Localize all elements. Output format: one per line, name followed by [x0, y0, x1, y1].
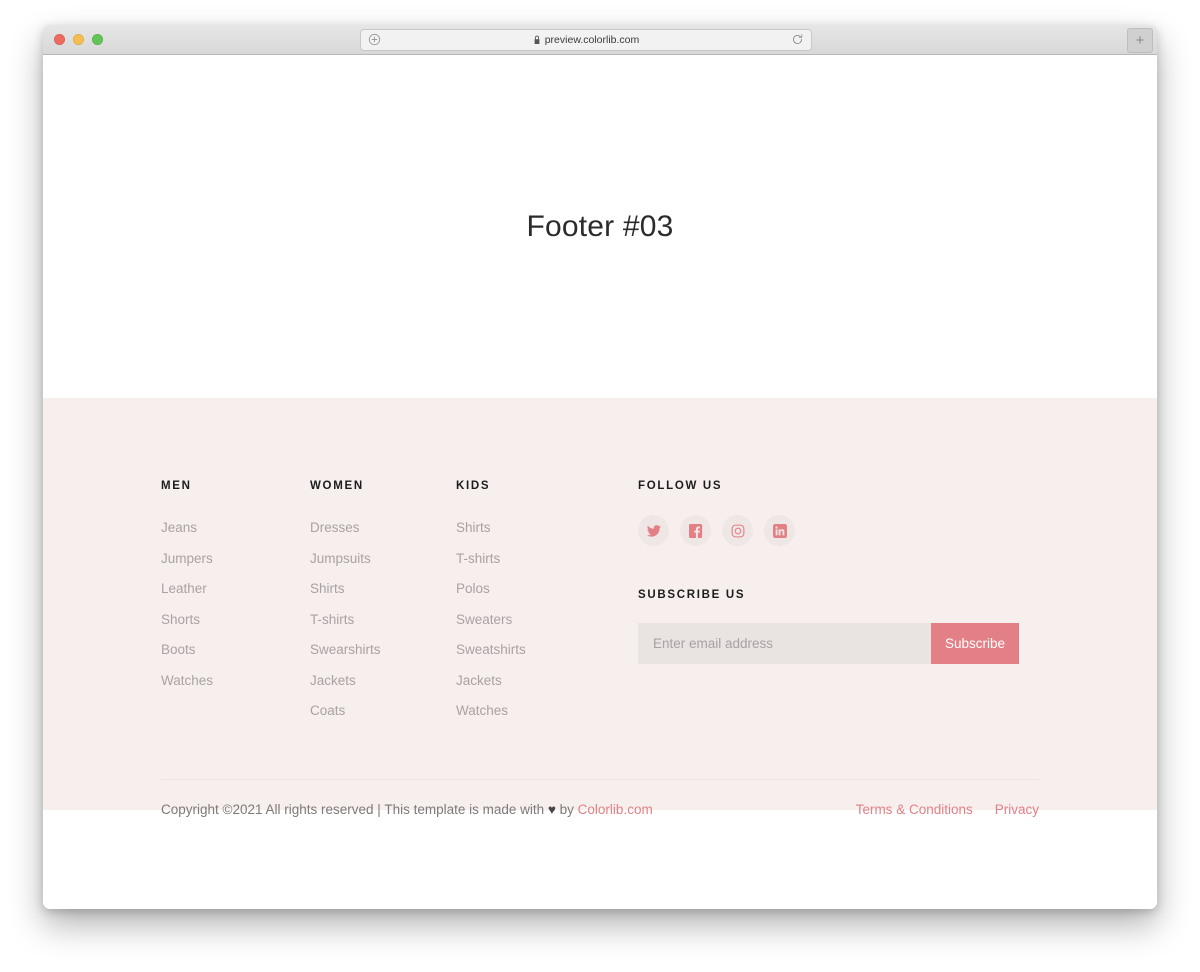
list-item: Jackets: [310, 672, 456, 690]
window-controls: [54, 34, 103, 45]
footer-link-swearshirts[interactable]: Swearshirts: [310, 642, 381, 657]
legal-links: Terms & Conditions Privacy: [856, 802, 1039, 817]
instagram-icon: [731, 524, 745, 538]
footer-column-title-women: WOMEN: [310, 480, 364, 492]
address-bar[interactable]: preview.colorlib.com: [360, 29, 812, 51]
list-item: Sweaters: [456, 611, 638, 629]
list-item: Coats: [310, 702, 456, 720]
email-field[interactable]: [638, 623, 931, 664]
footer-link-tshirts[interactable]: T-shirts: [310, 612, 354, 627]
footer-link-watches[interactable]: Watches: [161, 673, 213, 688]
footer-link-kids-polos[interactable]: Polos: [456, 581, 490, 596]
subscribe-section: SUBSCRIBE US Subscribe: [638, 589, 1039, 664]
list-item: Boots: [161, 641, 310, 659]
heart-icon: ♥: [547, 801, 556, 817]
list-item: T-shirts: [310, 611, 456, 629]
new-tab-label: +: [1135, 32, 1145, 49]
footer-link-kids-watches[interactable]: Watches: [456, 703, 508, 718]
list-item: Dresses: [310, 519, 456, 537]
hero-section: Footer #03: [43, 55, 1157, 398]
footer-container: MEN Jeans Jumpers Leather Shorts Boots W…: [161, 455, 1039, 817]
footer-column-social: FOLLOW US SUBSCRIBE US Enter email addre…: [638, 480, 1039, 733]
social-link-facebook[interactable]: [680, 515, 711, 546]
list-item: Shirts: [310, 580, 456, 598]
footer-link-shirts[interactable]: Shirts: [310, 581, 345, 596]
maximize-window-button[interactable]: [92, 34, 103, 45]
footer-link-coats[interactable]: Coats: [310, 703, 345, 718]
social-links: [638, 515, 1039, 546]
footer-column-title-men: MEN: [161, 480, 192, 492]
list-item: Watches: [161, 672, 310, 690]
subscribe-form: Subscribe: [638, 623, 1019, 664]
linkedin-icon: [772, 523, 787, 538]
footer-link-boots[interactable]: Boots: [161, 642, 196, 657]
list-item: Sweatshirts: [456, 641, 638, 659]
reload-icon[interactable]: [791, 33, 804, 46]
twitter-icon: [646, 524, 661, 538]
address-bar-content: preview.colorlib.com: [361, 34, 811, 46]
list-item: Shorts: [161, 611, 310, 629]
footer-bottom-bar: Copyright ©2021 All rights reserved | Th…: [161, 780, 1039, 817]
footer-link-kids-shirts[interactable]: Shirts: [456, 520, 491, 535]
list-item: Jumpers: [161, 550, 310, 568]
list-item: Jackets: [456, 672, 638, 690]
page-viewport: Footer #03 MEN Jeans Jumpers Leather Sho…: [43, 55, 1157, 909]
footer-link-list-women: Dresses Jumpsuits Shirts T-shirts Swears…: [310, 519, 456, 720]
copyright-prefix: Copyright ©2021 All rights reserved | Th…: [161, 801, 548, 817]
browser-window: preview.colorlib.com + Footer #03 MEN Je…: [43, 25, 1157, 909]
copyright-by: by: [555, 801, 578, 817]
subscribe-title: SUBSCRIBE US: [638, 589, 746, 601]
facebook-icon: [688, 523, 703, 538]
page-title: Footer #03: [526, 209, 674, 243]
footer-link-kids-sweatshirts[interactable]: Sweatshirts: [456, 642, 526, 657]
list-item: Jumpsuits: [310, 550, 456, 568]
minimize-window-button[interactable]: [73, 34, 84, 45]
footer-link-list-kids: Shirts T-shirts Polos Sweaters Sweatshir…: [456, 519, 638, 720]
list-item: Leather: [161, 580, 310, 598]
footer-link-kids-tshirts[interactable]: T-shirts: [456, 551, 500, 566]
footer-link-jackets[interactable]: Jackets: [310, 673, 356, 688]
list-item: Swearshirts: [310, 641, 456, 659]
close-window-button[interactable]: [54, 34, 65, 45]
footer-link-jumpsuits[interactable]: Jumpsuits: [310, 551, 371, 566]
footer-link-dresses[interactable]: Dresses: [310, 520, 360, 535]
footer-link-shorts[interactable]: Shorts: [161, 612, 200, 627]
circle-plus-icon[interactable]: [368, 33, 381, 46]
terms-and-conditions-link[interactable]: Terms & Conditions: [856, 802, 973, 817]
url-text: preview.colorlib.com: [544, 34, 640, 46]
subscribe-button[interactable]: Subscribe: [931, 623, 1019, 664]
list-item: Shirts: [456, 519, 638, 537]
colorlib-link[interactable]: Colorlib.com: [578, 802, 653, 817]
footer-link-jeans[interactable]: Jeans: [161, 520, 197, 535]
site-footer: MEN Jeans Jumpers Leather Shorts Boots W…: [43, 398, 1157, 817]
list-item: Jeans: [161, 519, 310, 537]
copyright-text: Copyright ©2021 All rights reserved | Th…: [161, 802, 653, 817]
footer-link-jumpers[interactable]: Jumpers: [161, 551, 213, 566]
footer-column-men: MEN Jeans Jumpers Leather Shorts Boots W…: [161, 480, 310, 733]
list-item: Watches: [456, 702, 638, 720]
footer-link-leather[interactable]: Leather: [161, 581, 207, 596]
social-link-twitter[interactable]: [638, 515, 669, 546]
new-tab-button[interactable]: +: [1127, 28, 1153, 53]
footer-column-women: WOMEN Dresses Jumpsuits Shirts T-shirts …: [310, 480, 456, 733]
browser-titlebar: preview.colorlib.com +: [43, 25, 1157, 55]
footer-columns: MEN Jeans Jumpers Leather Shorts Boots W…: [161, 455, 1039, 733]
footer-link-kids-sweaters[interactable]: Sweaters: [456, 612, 512, 627]
footer-link-kids-jackets[interactable]: Jackets: [456, 673, 502, 688]
list-item: Polos: [456, 580, 638, 598]
footer-link-list-men: Jeans Jumpers Leather Shorts Boots Watch…: [161, 519, 310, 690]
social-link-instagram[interactable]: [722, 515, 753, 546]
lock-icon: [533, 35, 541, 45]
follow-us-title: FOLLOW US: [638, 480, 723, 492]
footer-column-kids: KIDS Shirts T-shirts Polos Sweaters Swea…: [456, 480, 638, 733]
privacy-link[interactable]: Privacy: [995, 802, 1039, 817]
social-link-linkedin[interactable]: [764, 515, 795, 546]
footer-column-title-kids: KIDS: [456, 480, 491, 492]
list-item: T-shirts: [456, 550, 638, 568]
